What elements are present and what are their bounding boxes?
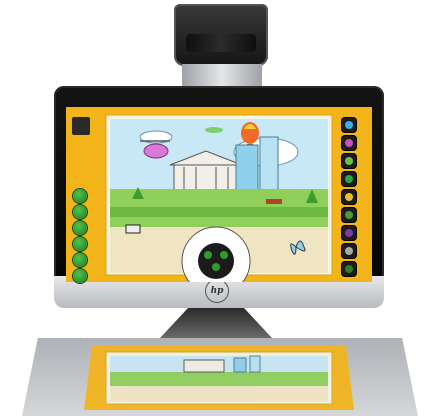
tree-sticker-icon[interactable] xyxy=(342,208,356,222)
eraser-icon[interactable] xyxy=(73,221,87,235)
projector-arm xyxy=(182,64,262,88)
star-sticker-icon[interactable] xyxy=(342,190,356,204)
grape-sticker-icon[interactable] xyxy=(342,226,356,240)
pencil-icon[interactable] xyxy=(73,189,87,203)
tower xyxy=(235,144,259,192)
leaf-sticker-icon[interactable] xyxy=(342,154,356,168)
fruit-sticker-icon[interactable] xyxy=(342,262,356,276)
ufo-icon xyxy=(205,127,223,133)
hp-logo: hp xyxy=(205,279,229,303)
flower-sticker-icon[interactable] xyxy=(342,136,356,150)
zebra-sticker xyxy=(125,224,141,234)
back-button[interactable] xyxy=(72,117,90,135)
tower xyxy=(259,136,279,192)
brush-icon[interactable] xyxy=(73,205,87,219)
monitor-stand xyxy=(160,308,272,338)
bench xyxy=(266,199,282,204)
projector-lens xyxy=(186,34,256,52)
plant-sticker-icon[interactable] xyxy=(342,172,356,186)
bird-sticker-icon[interactable] xyxy=(342,118,356,132)
cat-sticker-icon[interactable] xyxy=(342,244,356,258)
helicopter-icon xyxy=(143,143,169,159)
app-screen xyxy=(66,107,372,282)
mat-projection[interactable] xyxy=(84,346,354,410)
settings-icon[interactable] xyxy=(73,269,87,283)
fill-icon[interactable] xyxy=(73,237,87,251)
shape-icon[interactable] xyxy=(73,253,87,267)
drawing-canvas[interactable] xyxy=(66,107,372,282)
projected-drawing xyxy=(105,351,333,405)
wheel-center xyxy=(198,243,234,279)
